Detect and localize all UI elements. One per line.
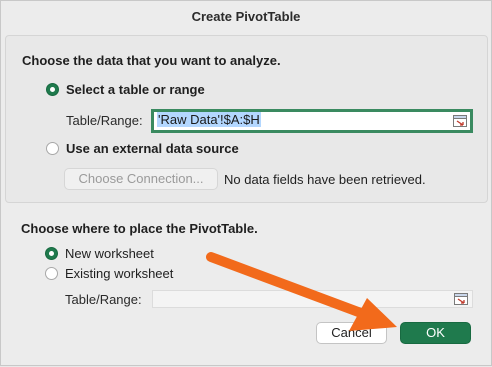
radio-unselected-indicator[interactable] bbox=[45, 267, 58, 280]
dialog-title: Create PivotTable bbox=[191, 9, 301, 24]
radio-external-source[interactable]: Use an external data source bbox=[46, 141, 239, 156]
data-section-heading: Choose the data that you want to analyze… bbox=[22, 53, 281, 68]
table-range-value: 'Raw Data'!$A:$H bbox=[157, 112, 261, 127]
create-pivottable-dialog: Create PivotTable Choose the data that y… bbox=[0, 0, 492, 366]
radio-label-existing-worksheet: Existing worksheet bbox=[65, 266, 174, 281]
placement-section-heading: Choose where to place the PivotTable. bbox=[21, 221, 258, 236]
radio-label-external: Use an external data source bbox=[66, 141, 239, 156]
ok-button[interactable]: OK bbox=[400, 322, 471, 344]
table-range-label: Table/Range: bbox=[66, 113, 143, 128]
cancel-button[interactable]: Cancel bbox=[316, 322, 387, 344]
placement-table-range-label: Table/Range: bbox=[65, 292, 142, 307]
radio-new-worksheet[interactable]: New worksheet bbox=[45, 246, 154, 261]
placement-table-range-input[interactable] bbox=[152, 290, 473, 308]
data-source-panel: Choose the data that you want to analyze… bbox=[5, 35, 488, 203]
radio-label-new-worksheet: New worksheet bbox=[65, 246, 154, 261]
radio-label-select-table: Select a table or range bbox=[66, 82, 205, 97]
radio-select-table-range[interactable]: Select a table or range bbox=[46, 82, 205, 97]
no-fields-message: No data fields have been retrieved. bbox=[224, 172, 426, 187]
placement-panel: Choose where to place the PivotTable. Ne… bbox=[5, 209, 488, 357]
radio-selected-indicator[interactable] bbox=[46, 83, 59, 96]
range-collapse-icon[interactable] bbox=[453, 115, 467, 127]
radio-existing-worksheet[interactable]: Existing worksheet bbox=[45, 266, 173, 281]
radio-unselected-indicator[interactable] bbox=[46, 142, 59, 155]
range-collapse-icon[interactable] bbox=[454, 293, 468, 305]
choose-connection-button[interactable]: Choose Connection... bbox=[64, 168, 218, 190]
table-range-input[interactable]: 'Raw Data'!$A:$H bbox=[151, 109, 473, 133]
radio-selected-indicator[interactable] bbox=[45, 247, 58, 260]
